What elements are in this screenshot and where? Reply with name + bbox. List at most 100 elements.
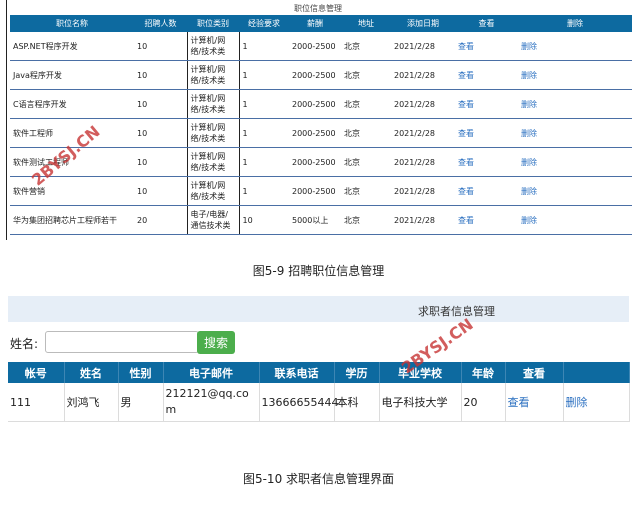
delete-link[interactable]: 删除 xyxy=(518,32,632,61)
applicant-table-header: 帐号 姓名 性别 电子邮件 联系电话 学历 毕业学校 年龄 查看 xyxy=(8,362,630,383)
column-header: 帐号 xyxy=(8,362,65,383)
view-link[interactable]: 查看 xyxy=(455,32,518,61)
search-button[interactable]: 搜索 xyxy=(197,331,235,354)
panel-header: 求职者信息管理 xyxy=(8,296,629,322)
table-cell: 北京 xyxy=(341,118,391,148)
table-cell: 本科 xyxy=(334,383,380,422)
search-label: 姓名: xyxy=(10,337,39,351)
table-cell: 5000以上 xyxy=(289,205,341,235)
view-link[interactable]: 查看 xyxy=(455,60,518,90)
table-cell: 2021/2/28 xyxy=(391,147,455,177)
table-cell: 10 xyxy=(238,205,289,235)
table-cell: 1 xyxy=(238,32,289,61)
table-cell: 刘鸿飞 xyxy=(64,383,119,422)
column-header: 添加日期 xyxy=(391,15,455,32)
table-row: 软件营销 10 计算机/网络/技术类 1 2000-2500 北京 2021/2/28 查看删… xyxy=(10,176,632,206)
view-link[interactable]: 查看 xyxy=(455,147,518,177)
figure-caption-applicants: 图5-10 求职者信息管理界面 xyxy=(242,472,395,486)
column-header: 地址 xyxy=(341,15,391,32)
table-cell: 计算机/网络/技术类 xyxy=(186,147,239,177)
table-row: 111 刘鸿飞男 212121@qq.com 13666655444 本科 电子科技大学 2… xyxy=(8,383,630,422)
table-row: Java程序开发 10 计算机/网络/技术类 1 2000-2500 北京 2021/2/2… xyxy=(10,60,632,90)
table-cell: 电子/电器/通信技术类 xyxy=(186,205,239,235)
table-cell: 2021/2/28 xyxy=(391,32,455,61)
delete-link[interactable]: 删除 xyxy=(518,60,632,90)
table-cell: 10 xyxy=(134,89,187,119)
table-cell: 北京 xyxy=(341,176,391,206)
table-cell: 计算机/网络/技术类 xyxy=(186,89,239,119)
table-cell: 10 xyxy=(134,32,187,61)
column-header: 删除 xyxy=(518,15,632,32)
table-cell: 111 xyxy=(8,383,65,422)
table-cell: 计算机/网络/技术类 xyxy=(186,176,239,206)
table-cell: 北京 xyxy=(341,60,391,90)
table-row: C语言程序开发 10 计算机/网络/技术类 1 2000-2500 北京 2021/2/28… xyxy=(10,89,632,119)
job-table-title: 职位信息管理 xyxy=(294,4,342,13)
table-row: 软件测试工程师 10 计算机/网络/技术类 1 2000-2500 北京 2021/2/28… xyxy=(10,147,632,177)
table-cell: 20 xyxy=(461,383,506,422)
divider xyxy=(6,0,7,240)
table-cell: 北京 xyxy=(341,89,391,119)
name-search-input[interactable] xyxy=(45,331,199,353)
table-cell: 10 xyxy=(134,147,187,177)
delete-link[interactable]: 删除 xyxy=(518,89,632,119)
table-cell: 软件营销 xyxy=(10,176,134,206)
table-cell: 1 xyxy=(238,176,289,206)
column-header: 职位类别 xyxy=(187,15,239,32)
table-row: 软件工程师 10 计算机/网络/技术类 1 2000-2500 北京 2021/2/28 查看… xyxy=(10,118,632,148)
delete-link[interactable]: 删除 xyxy=(518,205,632,235)
column-header: 查看 xyxy=(505,362,564,383)
table-cell: 10 xyxy=(134,60,187,90)
table-row: 华为集团招聘芯片工程师若干 20 电子/电器/通信技术类 10 5000以上 北京 2021… xyxy=(10,205,632,235)
table-cell: 北京 xyxy=(341,32,391,61)
column-header: 电子邮件 xyxy=(163,362,260,383)
column-header: 联系电话 xyxy=(259,362,335,383)
job-table-header: 职位名称 招聘人数 职位类别 经验要求 薪酬 地址 添加日期 查看 删除 xyxy=(10,15,632,32)
table-cell: 2000-2500 xyxy=(289,32,341,61)
table-cell: 1 xyxy=(238,118,289,148)
table-cell: 1 xyxy=(238,147,289,177)
table-cell: 2000-2500 xyxy=(289,89,341,119)
column-header: 职位名称 xyxy=(10,15,134,32)
view-link[interactable]: 查看 xyxy=(455,176,518,206)
column-header: 年龄 xyxy=(461,362,506,383)
table-cell: 10 xyxy=(134,176,187,206)
table-cell: 计算机/网络/技术类 xyxy=(186,32,239,61)
table-cell: 2021/2/28 xyxy=(391,89,455,119)
search-bar: 姓名: 搜索 xyxy=(8,331,629,355)
delete-link[interactable]: 删除 xyxy=(518,118,632,148)
delete-link[interactable]: 删除 xyxy=(563,383,630,422)
figure-caption-jobs: 图5-9 招聘职位信息管理 xyxy=(252,264,385,278)
column-header: 薪酬 xyxy=(289,15,341,32)
table-cell: ASP.NET程序开发 xyxy=(10,32,134,61)
applicant-management-figure: 求职者信息管理 姓名: 搜索 帐号 姓名 性别 电子邮件 联系电话 学历 毕业学校 年龄 查看 … xyxy=(8,296,630,426)
table-cell: 2000-2500 xyxy=(289,147,341,177)
table-cell: 20 xyxy=(134,205,187,235)
view-link[interactable]: 查看 xyxy=(455,118,518,148)
table-cell: 北京 xyxy=(341,205,391,235)
view-link[interactable]: 查看 xyxy=(455,205,518,235)
table-cell: 华为集团招聘芯片工程师若干 xyxy=(10,205,134,235)
delete-link[interactable]: 删除 xyxy=(518,176,632,206)
applicant-table: 帐号 姓名 性别 电子邮件 联系电话 学历 毕业学校 年龄 查看 111 刘鸿飞男 212121@q… xyxy=(8,362,630,422)
table-cell: 1 xyxy=(238,89,289,119)
view-link[interactable]: 查看 xyxy=(505,383,564,422)
delete-link[interactable]: 删除 xyxy=(518,147,632,177)
column-header xyxy=(563,362,630,383)
table-cell: 2021/2/28 xyxy=(391,205,455,235)
table-cell: 2000-2500 xyxy=(289,176,341,206)
table-cell: Java程序开发 xyxy=(10,60,134,90)
table-cell: 计算机/网络/技术类 xyxy=(186,60,239,90)
table-cell: C语言程序开发 xyxy=(10,89,134,119)
table-cell: 10 xyxy=(134,118,187,148)
table-cell: 1 xyxy=(238,60,289,90)
column-header: 学历 xyxy=(334,362,380,383)
column-header: 性别 xyxy=(118,362,164,383)
table-row: ASP.NET程序开发 10 计算机/网络/技术类 1 2000-2500 北京 2021/… xyxy=(10,32,632,61)
column-header: 姓名 xyxy=(64,362,119,383)
table-cell: 2021/2/28 xyxy=(391,60,455,90)
view-link[interactable]: 查看 xyxy=(455,89,518,119)
table-cell: 计算机/网络/技术类 xyxy=(186,118,239,148)
job-table: 职位名称 招聘人数 职位类别 经验要求 薪酬 地址 添加日期 查看 删除 ASP.NET程序开发… xyxy=(10,15,632,235)
table-cell: 2021/2/28 xyxy=(391,118,455,148)
